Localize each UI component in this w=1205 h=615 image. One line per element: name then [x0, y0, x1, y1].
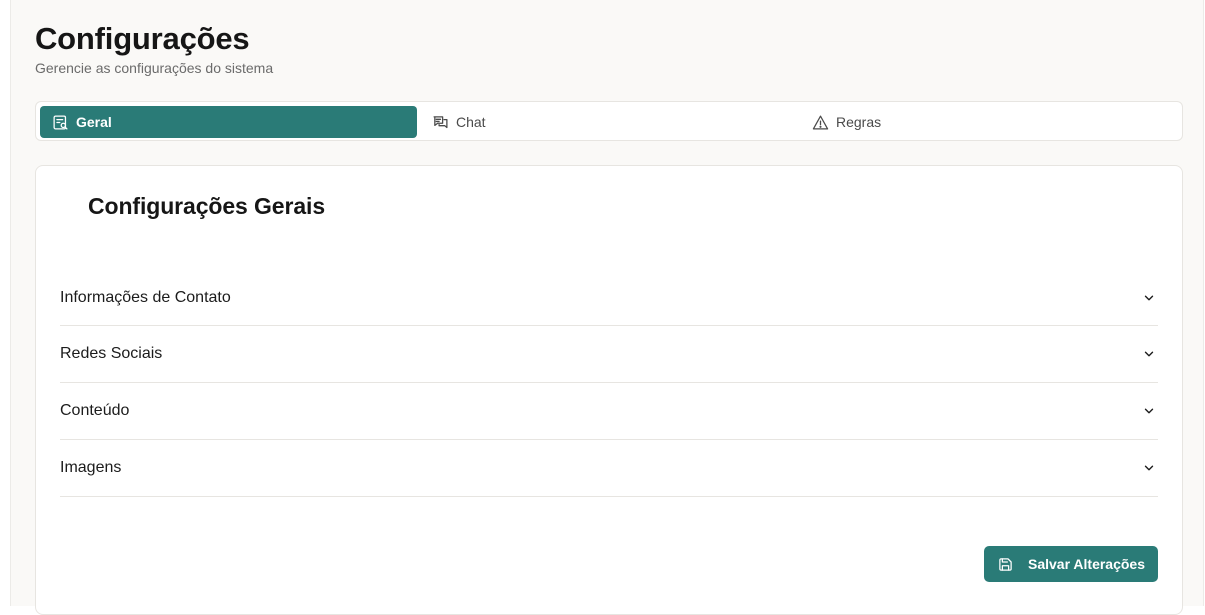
page-title: Configurações [35, 21, 250, 56]
save-button-label: Salvar Alterações [1028, 556, 1145, 572]
chevron-down-icon [1144, 465, 1154, 471]
warning-triangle-icon [812, 114, 829, 130]
floppy-disk-icon [999, 557, 1012, 571]
accordion-label: Conteúdo [60, 402, 130, 419]
save-changes-button[interactable]: Salvar Alterações [984, 546, 1158, 582]
settings-page: Configurações Gerencie as configurações … [10, 0, 1204, 615]
general-settings-card: Configurações Gerais Informações de Cont… [35, 165, 1183, 615]
accordion-label: Imagens [60, 459, 122, 476]
tab-label: Regras [836, 114, 882, 130]
accordion-contact-info[interactable]: Informações de Contato [60, 270, 1158, 326]
tab-label: Chat [456, 114, 486, 130]
tab-regras[interactable]: Regras [800, 106, 1178, 138]
settings-accordion: Informações de Contato Redes Sociais Con… [60, 270, 1158, 497]
chevron-down-icon [1144, 295, 1154, 300]
chevron-down-icon [1144, 408, 1154, 414]
chat-bubbles-icon [433, 115, 448, 128]
accordion-content[interactable]: Conteúdo [60, 383, 1158, 440]
tab-label: Geral [76, 114, 112, 130]
card-title: Configurações Gerais [88, 193, 326, 219]
accordion-images[interactable]: Imagens [60, 440, 1158, 497]
accordion-label: Redes Sociais [60, 345, 163, 362]
accordion-label: Informações de Contato [60, 288, 231, 306]
page-subtitle: Gerencie as configurações do sistema [35, 60, 274, 76]
accordion-social-networks[interactable]: Redes Sociais [60, 326, 1158, 383]
tab-geral[interactable]: Geral [40, 106, 417, 138]
settings-tabs: Geral Chat Regras [35, 101, 1183, 141]
list-settings-icon [53, 114, 68, 130]
chevron-down-icon [1144, 351, 1154, 357]
tab-chat[interactable]: Chat [420, 106, 797, 138]
